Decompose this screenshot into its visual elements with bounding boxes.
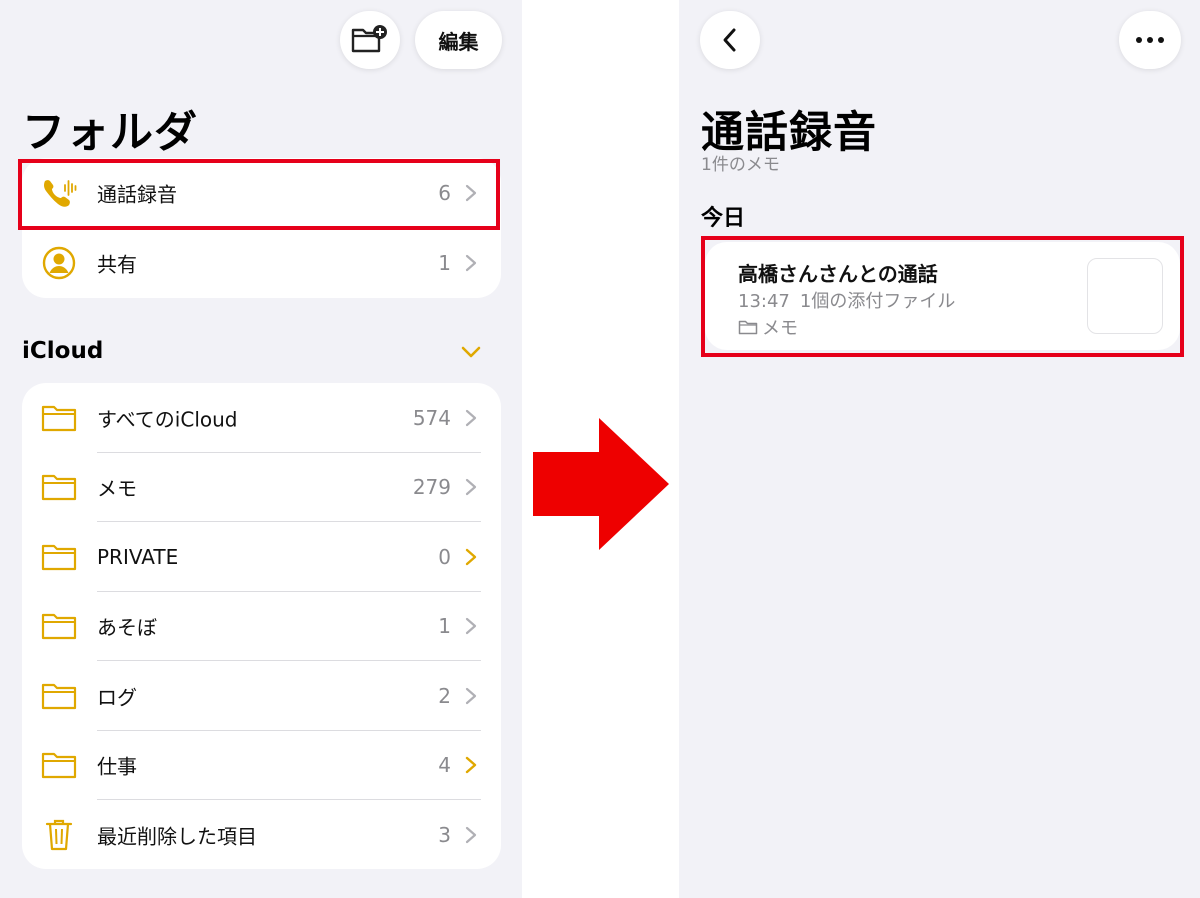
folder-icon [40, 400, 78, 436]
page-title: フォルダ [22, 108, 198, 158]
folder-row[interactable]: ログ 2 [22, 661, 501, 731]
folder-count: 3 [438, 823, 451, 847]
more-button[interactable] [1119, 11, 1181, 69]
folder-icon [40, 539, 78, 575]
folder-row[interactable]: PRIVATE 0 [22, 522, 501, 592]
note-count-subtitle: 1件のメモ [701, 155, 780, 175]
folder-count: 1 [438, 614, 451, 638]
chevron-right-icon [465, 617, 477, 635]
folder-label: 共有 [97, 252, 137, 277]
folder-icon [40, 678, 78, 714]
folder-row-shared[interactable]: 共有 1 [22, 228, 501, 298]
folder-icon [40, 608, 78, 644]
chevron-right-icon [465, 478, 477, 496]
chevron-right-icon [465, 826, 477, 844]
folder-label: 最近削除した項目 [97, 824, 257, 849]
folder-row[interactable]: メモ 279 [22, 452, 501, 522]
folder-label: PRIVATE [97, 545, 179, 569]
folder-label: あそぼ [97, 615, 157, 640]
folder-label: ログ [97, 685, 137, 710]
section-header-today: 今日 [701, 206, 746, 231]
folder-row-recently-deleted[interactable]: 最近削除した項目 3 [22, 800, 501, 870]
folder-add-icon [351, 25, 387, 53]
folder-row[interactable]: すべてのiCloud 574 [22, 383, 501, 453]
folders-screen: 編集 フォルダ 通話録音 6 共有 1 iCloud すべてのiCloud 57… [0, 0, 522, 898]
chevron-left-icon [723, 28, 736, 52]
section-header-icloud[interactable]: iCloud [22, 338, 103, 364]
new-folder-button[interactable] [340, 11, 400, 69]
folder-count: 2 [438, 684, 451, 708]
folder-row[interactable]: あそぼ 1 [22, 591, 501, 661]
back-button[interactable] [700, 11, 760, 69]
edit-button[interactable]: 編集 [415, 11, 502, 69]
person-circle-icon [40, 245, 78, 281]
folder-label: 仕事 [97, 754, 137, 779]
highlight-box [18, 159, 500, 230]
chevron-right-icon [465, 548, 477, 566]
chevron-right-icon [465, 756, 477, 774]
folder-row[interactable]: 仕事 4 [22, 730, 501, 800]
chevron-right-icon [465, 409, 477, 427]
arrow-right-icon [533, 418, 669, 550]
highlight-box [701, 236, 1184, 357]
folder-count: 0 [438, 545, 451, 569]
icloud-folder-list: すべてのiCloud 574 メモ 279 PRIVATE 0 あそぼ 1 ログ… [22, 383, 501, 869]
folder-icon [40, 747, 78, 783]
folder-label: メモ [97, 476, 137, 501]
trash-icon [40, 817, 78, 853]
ellipsis-icon [1136, 37, 1164, 43]
chevron-right-icon [465, 254, 477, 272]
folder-count: 574 [412, 406, 451, 430]
chevron-down-icon[interactable] [460, 344, 482, 360]
chevron-right-icon [465, 687, 477, 705]
folder-count: 279 [412, 475, 451, 499]
call-recordings-screen: 通話録音 1件のメモ 今日 高橋さんさんとの通話 13:47 1個の添付ファイル … [679, 0, 1200, 898]
folder-label: すべてのiCloud [97, 407, 238, 432]
folder-icon [40, 469, 78, 505]
folder-count: 1 [438, 251, 451, 275]
folder-count: 4 [438, 753, 451, 777]
